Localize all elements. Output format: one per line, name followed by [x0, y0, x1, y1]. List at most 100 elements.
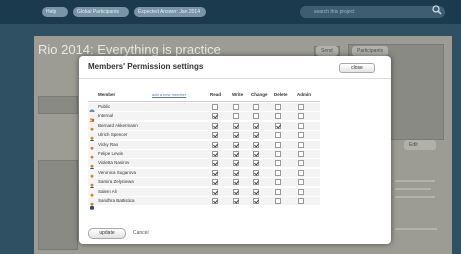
member-row: Salem Ali [88, 187, 320, 201]
admin-checkbox[interactable] [298, 169, 304, 176]
user-icon [89, 122, 95, 135]
text-line [395, 196, 435, 198]
member-name: Violetta Nasirov [98, 160, 130, 166]
header-rule [88, 101, 320, 102]
write-checkbox[interactable] [233, 160, 239, 167]
change-checkbox[interactable] [253, 151, 259, 157]
delete-checkbox[interactable] [275, 141, 281, 148]
change-checkbox[interactable] [253, 104, 259, 110]
add-member-link[interactable]: add a new member [152, 92, 186, 97]
delete-checkbox[interactable] [275, 122, 281, 129]
search-icon[interactable] [432, 5, 442, 15]
send-button[interactable]: Send [316, 46, 338, 56]
change-checkbox[interactable] [253, 188, 259, 195]
admin-checkbox[interactable] [298, 198, 304, 204]
participants-button[interactable]: Participants [352, 46, 389, 56]
change-checkbox[interactable] [253, 198, 259, 204]
nav-global-participants[interactable]: Global Participants [73, 7, 129, 17]
read-checkbox[interactable] [212, 188, 218, 195]
read-checkbox[interactable] [212, 104, 218, 110]
change-checkbox[interactable] [253, 132, 259, 139]
write-checkbox[interactable] [233, 151, 239, 157]
member-name: Vicky Rao [98, 141, 119, 147]
globe-icon [89, 103, 95, 115]
delete-checkbox[interactable] [275, 198, 281, 204]
admin-checkbox[interactable] [298, 141, 304, 148]
text-line [395, 188, 431, 190]
read-checkbox[interactable] [212, 122, 218, 129]
member-name: Salem Ali [98, 188, 117, 194]
user-icon [89, 159, 95, 173]
user-icon [89, 141, 95, 154]
read-checkbox[interactable] [212, 169, 218, 176]
write-checkbox[interactable] [233, 179, 239, 186]
member-name: Felipe Lewis [98, 151, 124, 156]
write-checkbox[interactable] [233, 169, 239, 176]
admin-checkbox[interactable] [298, 122, 304, 129]
delete-checkbox[interactable] [275, 151, 281, 157]
admin-checkbox[interactable] [298, 179, 304, 186]
delete-checkbox[interactable] [275, 188, 281, 195]
edit-button[interactable]: Edit [404, 140, 436, 150]
read-checkbox[interactable] [212, 198, 218, 204]
admin-checkbox[interactable] [298, 151, 304, 157]
user-icon [89, 178, 95, 191]
change-checkbox[interactable] [253, 169, 259, 176]
user-icon [89, 169, 95, 182]
delete-checkbox[interactable] [275, 160, 281, 167]
presentation-thumb [38, 96, 78, 114]
change-checkbox[interactable] [253, 141, 259, 148]
delete-checkbox[interactable] [275, 169, 281, 176]
write-checkbox[interactable] [233, 198, 239, 204]
close-button[interactable]: close [339, 63, 375, 73]
page-title: Rio 2014: Everything is practice [38, 42, 221, 57]
write-checkbox[interactable] [233, 113, 239, 120]
admin-checkbox[interactable] [298, 132, 304, 139]
read-checkbox[interactable] [212, 132, 218, 139]
nav-expected-answer[interactable]: Expected Answer: Jan 2014 [134, 7, 206, 17]
change-checkbox[interactable] [253, 160, 259, 167]
member-row: Vicky Rao [88, 140, 320, 154]
delete-checkbox[interactable] [275, 179, 281, 186]
row-background [88, 103, 320, 111]
member-name: Bernard Akkermann [98, 122, 138, 128]
column-header-read: Read [210, 92, 222, 97]
delete-checkbox[interactable] [275, 113, 281, 120]
read-checkbox[interactable] [212, 151, 218, 157]
nav-help[interactable]: Help [42, 7, 68, 17]
admin-checkbox[interactable] [298, 113, 304, 120]
write-checkbox[interactable] [233, 141, 239, 148]
read-checkbox[interactable] [212, 179, 218, 186]
delete-checkbox[interactable] [275, 132, 281, 139]
write-checkbox[interactable] [233, 104, 239, 110]
member-row: Public [88, 103, 320, 115]
admin-checkbox[interactable] [298, 188, 304, 195]
row-background [88, 187, 320, 196]
user-icon [89, 197, 95, 210]
read-checkbox[interactable] [212, 141, 218, 148]
member-row: Bernard Akkermann [88, 121, 320, 135]
change-checkbox[interactable] [253, 113, 259, 120]
update-button[interactable]: update [88, 228, 126, 239]
member-name: Ulrich Spencer [98, 132, 128, 138]
change-checkbox[interactable] [253, 122, 259, 129]
read-checkbox[interactable] [212, 113, 218, 120]
change-checkbox[interactable] [253, 179, 259, 186]
text-line [395, 228, 437, 230]
member-name: Sandhra Battistica [98, 198, 135, 203]
search-input[interactable]: search this project [300, 6, 445, 18]
admin-checkbox[interactable] [298, 104, 304, 110]
cancel-link[interactable]: Cancel [133, 230, 149, 236]
column-header-change: Change [251, 92, 268, 97]
left-sidebar [38, 160, 78, 250]
write-checkbox[interactable] [233, 188, 239, 195]
column-header-member: Member [98, 92, 116, 97]
write-checkbox[interactable] [233, 132, 239, 139]
admin-checkbox[interactable] [298, 160, 304, 167]
read-checkbox[interactable] [212, 160, 218, 167]
user-icon [89, 188, 95, 201]
write-checkbox[interactable] [233, 122, 239, 129]
column-header-admin: Admin [297, 92, 311, 97]
member-row: Veronica Sugarova [88, 168, 320, 182]
delete-checkbox[interactable] [275, 104, 281, 110]
